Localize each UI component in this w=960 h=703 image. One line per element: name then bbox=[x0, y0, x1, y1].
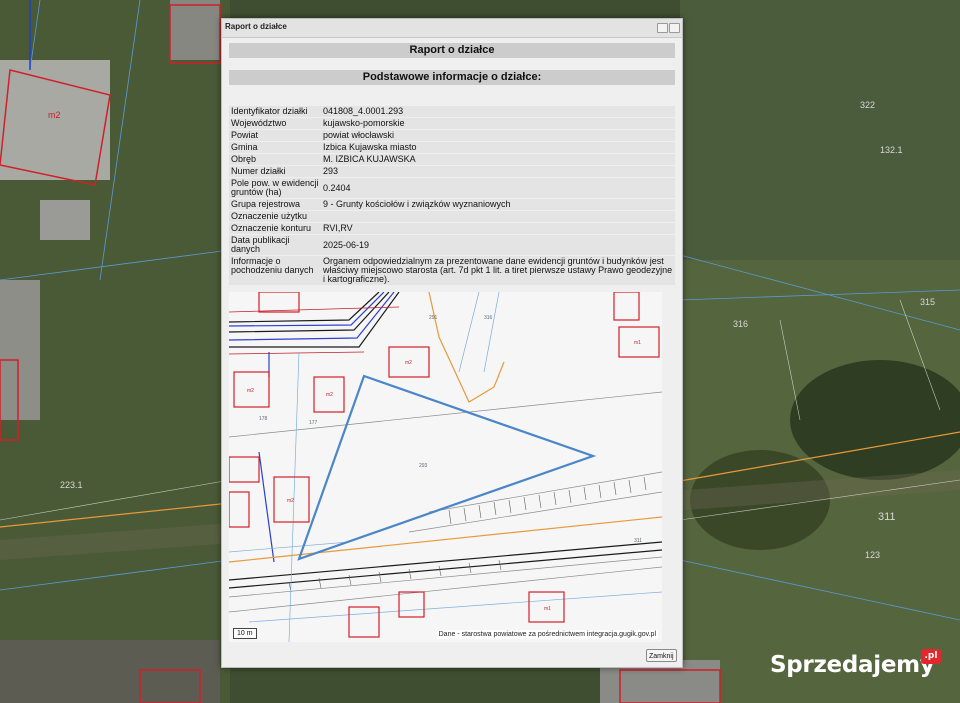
row-value: M. IZBICA KUJAWSKA bbox=[321, 154, 675, 165]
bg-label-316: 316 bbox=[733, 319, 748, 329]
parcel-number-label: 293 bbox=[419, 463, 428, 469]
bg-label-322: 322 bbox=[860, 100, 875, 110]
parcel-map[interactable]: m2 m2 m2 m1 m2 m1 293 291 316 177 311 178 10… bbox=[229, 292, 662, 642]
map-label-316: 316 bbox=[484, 315, 493, 321]
table-row: Oznaczenie użytku bbox=[229, 211, 675, 222]
table-row: Numer działki 293 bbox=[229, 166, 675, 177]
row-label: Data publikacji danych bbox=[229, 235, 321, 255]
table-row: Województwo kujawsko-pomorskie bbox=[229, 118, 675, 129]
table-row: Data publikacji danych 2025-06-19 bbox=[229, 235, 675, 255]
row-label: Oznaczenie użytku bbox=[229, 211, 321, 222]
row-label: Gmina bbox=[229, 142, 321, 153]
row-label: Województwo bbox=[229, 118, 321, 129]
row-value: 2025-06-19 bbox=[321, 235, 675, 255]
row-value: powiat włocławski bbox=[321, 130, 675, 141]
row-value: 9 - Grunty kościołów i związków wyznanio… bbox=[321, 199, 675, 210]
row-value: 041808_4.0001.293 bbox=[321, 106, 675, 117]
map-label-311: 311 bbox=[634, 538, 642, 544]
dialog-title: Raport o działce bbox=[225, 22, 287, 31]
logo-text: Sprzedajemy bbox=[770, 652, 935, 678]
sprzedajemy-logo: Sprzedajemy bbox=[770, 652, 935, 684]
row-label: Numer działki bbox=[229, 166, 321, 177]
table-row: Obręb M. IZBICA KUJAWSKA bbox=[229, 154, 675, 165]
map-scale-bar: 10 m bbox=[233, 628, 257, 639]
row-value: 293 bbox=[321, 166, 675, 177]
bg-label-m2: m2 bbox=[48, 110, 61, 120]
row-label: Obręb bbox=[229, 154, 321, 165]
parcel-info-table: Identyfikator działki 041808_4.0001.293 W… bbox=[229, 105, 675, 286]
row-value bbox=[321, 211, 675, 222]
row-value: Izbica Kujawska miasto bbox=[321, 142, 675, 153]
row-value: kujawsko-pomorskie bbox=[321, 118, 675, 129]
bg-label-223-1: 223.1 bbox=[60, 480, 83, 490]
row-label: Powiat bbox=[229, 130, 321, 141]
map-label-178: 178 bbox=[259, 416, 268, 422]
close-icon[interactable] bbox=[669, 23, 680, 33]
row-value: RVI,RV bbox=[321, 223, 675, 234]
svg-text:m1: m1 bbox=[544, 606, 551, 612]
svg-text:m2: m2 bbox=[287, 498, 294, 504]
map-label-291: 291 bbox=[429, 315, 438, 321]
table-row: Oznaczenie konturu RVI,RV bbox=[229, 223, 675, 234]
row-value: Organem odpowiedzialnym za prezentowane … bbox=[321, 256, 675, 285]
parcel-report-dialog: Raport o działce Raport o działce Podsta… bbox=[221, 18, 683, 668]
table-row: Powiat powiat włocławski bbox=[229, 130, 675, 141]
table-row: Pole pow. w ewidencji gruntów (ha) 0.2404 bbox=[229, 178, 675, 198]
svg-text:m2: m2 bbox=[326, 392, 333, 398]
row-label: Informacje o pochodzeniu danych bbox=[229, 256, 321, 285]
map-label-177: 177 bbox=[309, 420, 318, 426]
dialog-titlebar[interactable]: Raport o działce bbox=[222, 19, 682, 38]
table-row: Grupa rejestrowa 9 - Grunty kościołów i z… bbox=[229, 199, 675, 210]
row-label: Oznaczenie konturu bbox=[229, 223, 321, 234]
logo-badge: .pl bbox=[921, 649, 941, 664]
close-button[interactable]: Zamknij bbox=[646, 649, 677, 662]
svg-text:m1: m1 bbox=[634, 340, 641, 346]
svg-text:m2: m2 bbox=[405, 360, 412, 366]
table-row: Gmina Izbica Kujawska miasto bbox=[229, 142, 675, 153]
row-label: Identyfikator działki bbox=[229, 106, 321, 117]
map-attribution: Dane - starostwa powiatowe za pośrednict… bbox=[436, 630, 658, 639]
bg-label-315: 315 bbox=[920, 297, 935, 307]
svg-text:m2: m2 bbox=[247, 388, 254, 394]
row-label: Grupa rejestrowa bbox=[229, 199, 321, 210]
row-value: 0.2404 bbox=[321, 178, 675, 198]
report-header: Raport o działce bbox=[229, 43, 675, 58]
bg-label-311: 311 bbox=[878, 511, 896, 523]
section-header: Podstawowe informacje o działce: bbox=[229, 70, 675, 85]
table-row: Informacje o pochodzeniu danych Organem o… bbox=[229, 256, 675, 285]
table-row: Identyfikator działki 041808_4.0001.293 bbox=[229, 106, 675, 117]
parcel-map-drawing[interactable]: m2 m2 m2 m1 m2 m1 293 291 316 177 311 178 bbox=[229, 292, 662, 642]
bg-label-123: 123 bbox=[865, 550, 880, 560]
minimize-icon[interactable] bbox=[657, 23, 668, 33]
row-label: Pole pow. w ewidencji gruntów (ha) bbox=[229, 178, 321, 198]
bg-label-132-1: 132.1 bbox=[880, 145, 903, 155]
